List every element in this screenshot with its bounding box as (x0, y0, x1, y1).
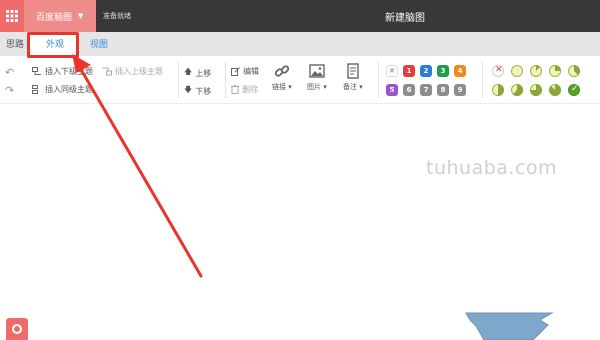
delete-label: 删除 (242, 85, 258, 94)
edit-button[interactable]: 编辑 (231, 66, 259, 77)
move-up-button[interactable]: 🡅 上移 (184, 66, 211, 80)
top-bar: 百度脑图 ▼ 准备就绪 新建脑图 (0, 0, 600, 32)
trash-icon (231, 85, 239, 94)
note-button[interactable]: 备注 ▾ (343, 63, 363, 92)
annotation-highlight-box (27, 32, 79, 58)
target-icon (12, 324, 22, 334)
insert-parent-icon (102, 67, 112, 76)
divider (378, 62, 379, 98)
progress-0-icon[interactable] (511, 65, 523, 77)
chevron-down-icon: ▼ (78, 12, 84, 20)
navigator-button[interactable] (6, 318, 28, 340)
app-grid-button[interactable] (0, 0, 24, 32)
progress-3-icon[interactable] (568, 65, 580, 77)
remove-progress-icon[interactable]: ✕ (492, 65, 504, 77)
progress-done-icon[interactable]: ✓ (568, 84, 580, 96)
insert-child-icon (32, 67, 41, 75)
priority-2-icon[interactable]: 2 (420, 65, 432, 77)
link-icon (274, 65, 289, 77)
remove-priority-icon[interactable]: ✕ (386, 65, 398, 77)
progress-5-icon[interactable] (511, 84, 523, 96)
document-title[interactable]: 新建脑图 (350, 9, 460, 24)
note-icon (347, 63, 359, 79)
app-menu-button[interactable]: 百度脑图 ▼ (24, 0, 96, 32)
note-label: 备注 (343, 83, 357, 91)
priority-9-icon[interactable]: 9 (454, 84, 466, 96)
edit-icon (231, 67, 240, 76)
priority-6-icon[interactable]: 6 (403, 84, 415, 96)
arrow-down-icon: 🡇 (184, 85, 193, 94)
divider (482, 62, 483, 98)
tab-mind[interactable]: 思路 (6, 37, 24, 50)
priority-3-icon[interactable]: 3 (437, 65, 449, 77)
save-status: 准备就绪 (103, 12, 131, 20)
arrow-up-icon: 🡅 (184, 67, 193, 76)
insert-sibling-icon (32, 85, 38, 94)
image-icon (309, 64, 325, 78)
progress-6-icon[interactable] (530, 84, 542, 96)
watermark: tuhuaba.com (426, 157, 558, 179)
insert-parent-button[interactable]: 插入上级主题 (102, 66, 163, 77)
priority-4-icon[interactable]: 4 (454, 65, 466, 77)
move-down-button[interactable]: 🡇 下移 (184, 84, 211, 98)
divider (178, 62, 179, 98)
progress-1-icon[interactable] (530, 65, 542, 77)
priority-5-icon[interactable]: 5 (386, 84, 398, 96)
grid-icon (6, 10, 18, 22)
progress-7-icon[interactable] (549, 84, 561, 96)
insert-sibling-button[interactable]: 插入同级主题 (32, 84, 93, 95)
progress-2-icon[interactable] (549, 65, 561, 77)
toolbar (0, 56, 600, 104)
image-label: 图片 (307, 83, 321, 91)
move-up-label: 上移 (195, 68, 212, 78)
redo-icon[interactable]: ↷ (5, 84, 14, 97)
insert-sibling-label: 插入同级主题 (45, 85, 93, 94)
insert-parent-label: 插入上级主题 (115, 67, 163, 76)
divider (225, 62, 226, 98)
insert-child-label: 插入下级主题 (45, 67, 93, 76)
link-label: 链接 (272, 83, 286, 91)
progress-4-icon[interactable] (492, 84, 504, 96)
delete-button[interactable]: 删除 (231, 84, 258, 95)
app-menu-label: 百度脑图 (36, 12, 73, 23)
insert-child-button[interactable]: 插入下级主题 (32, 66, 93, 77)
move-down-label: 下移 (195, 86, 212, 96)
priority-7-icon[interactable]: 7 (420, 84, 432, 96)
image-button[interactable]: 图片 ▾ (307, 63, 327, 92)
priority-1-icon[interactable]: 1 (403, 65, 415, 77)
tab-view[interactable]: 视图 (90, 37, 108, 50)
undo-icon[interactable]: ↶ (5, 66, 14, 79)
edit-label: 编辑 (243, 67, 259, 76)
link-button[interactable]: 链接 ▾ (272, 63, 292, 92)
priority-8-icon[interactable]: 8 (437, 84, 449, 96)
